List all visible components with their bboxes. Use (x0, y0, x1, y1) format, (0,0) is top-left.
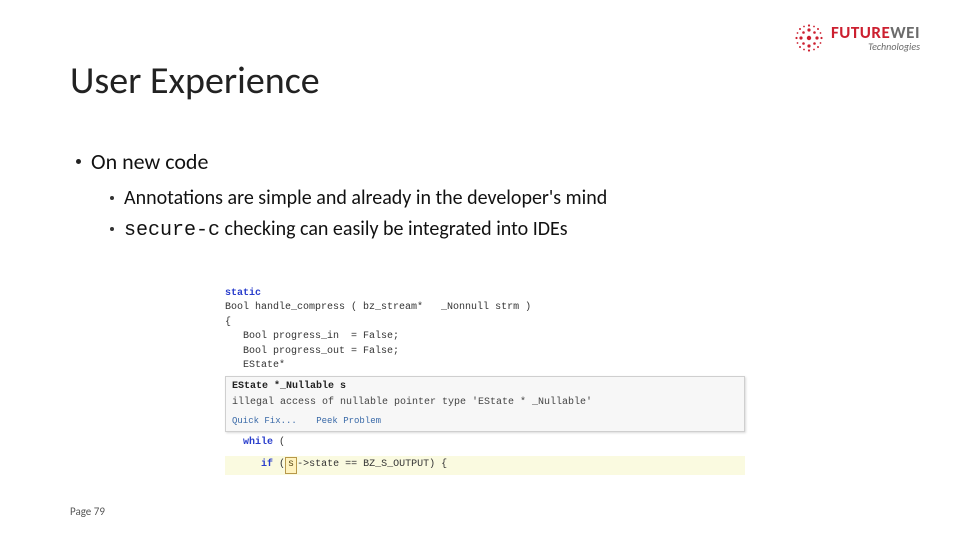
highlighted-code-line: if (s->state == BZ_S_OUTPUT) { (225, 456, 745, 475)
keyword: if (261, 459, 273, 470)
bullet-text: On new code (91, 146, 208, 178)
bullet-text: Annotations are simple and already in th… (124, 184, 607, 213)
selected-token: s (285, 457, 297, 474)
popup-actions: Quick Fix... Peek Problem (232, 415, 738, 428)
logo-subtitle: Technologies (868, 42, 920, 52)
keyword: while (243, 437, 273, 448)
ide-hover-popup: EState *_Nullable s illegal access of nu… (225, 376, 745, 432)
bullet-level2: Annotations are simple and already in th… (110, 184, 900, 213)
bullet-level1: On new code (76, 146, 900, 178)
company-logo: FUTUREWEI Technologies (793, 22, 920, 54)
popup-error-message: illegal access of nullable pointer type … (232, 396, 738, 411)
keyword: static (225, 288, 261, 299)
popup-type-line: EState *_Nullable s (232, 380, 738, 395)
bullet-dot-icon (110, 227, 114, 231)
code-screenshot: static Bool handle_compress ( bz_stream*… (225, 287, 745, 475)
logo-wordmark: FUTUREWEI (831, 24, 920, 41)
slide-title: User Experience (70, 58, 900, 104)
bullet-text: secure-c checking can easily be integrat… (124, 215, 568, 245)
peek-problem-link[interactable]: Peek Problem (316, 416, 381, 426)
quick-fix-link[interactable]: Quick Fix... (232, 416, 297, 426)
slide-body: On new code Annotations are simple and a… (70, 146, 900, 245)
bullet-dot-icon (76, 159, 81, 164)
logo-mark-icon (793, 22, 825, 54)
page-number: Page 79 (70, 505, 105, 518)
bullet-dot-icon (110, 196, 114, 200)
bullet-level2: secure-c checking can easily be integrat… (110, 215, 900, 245)
